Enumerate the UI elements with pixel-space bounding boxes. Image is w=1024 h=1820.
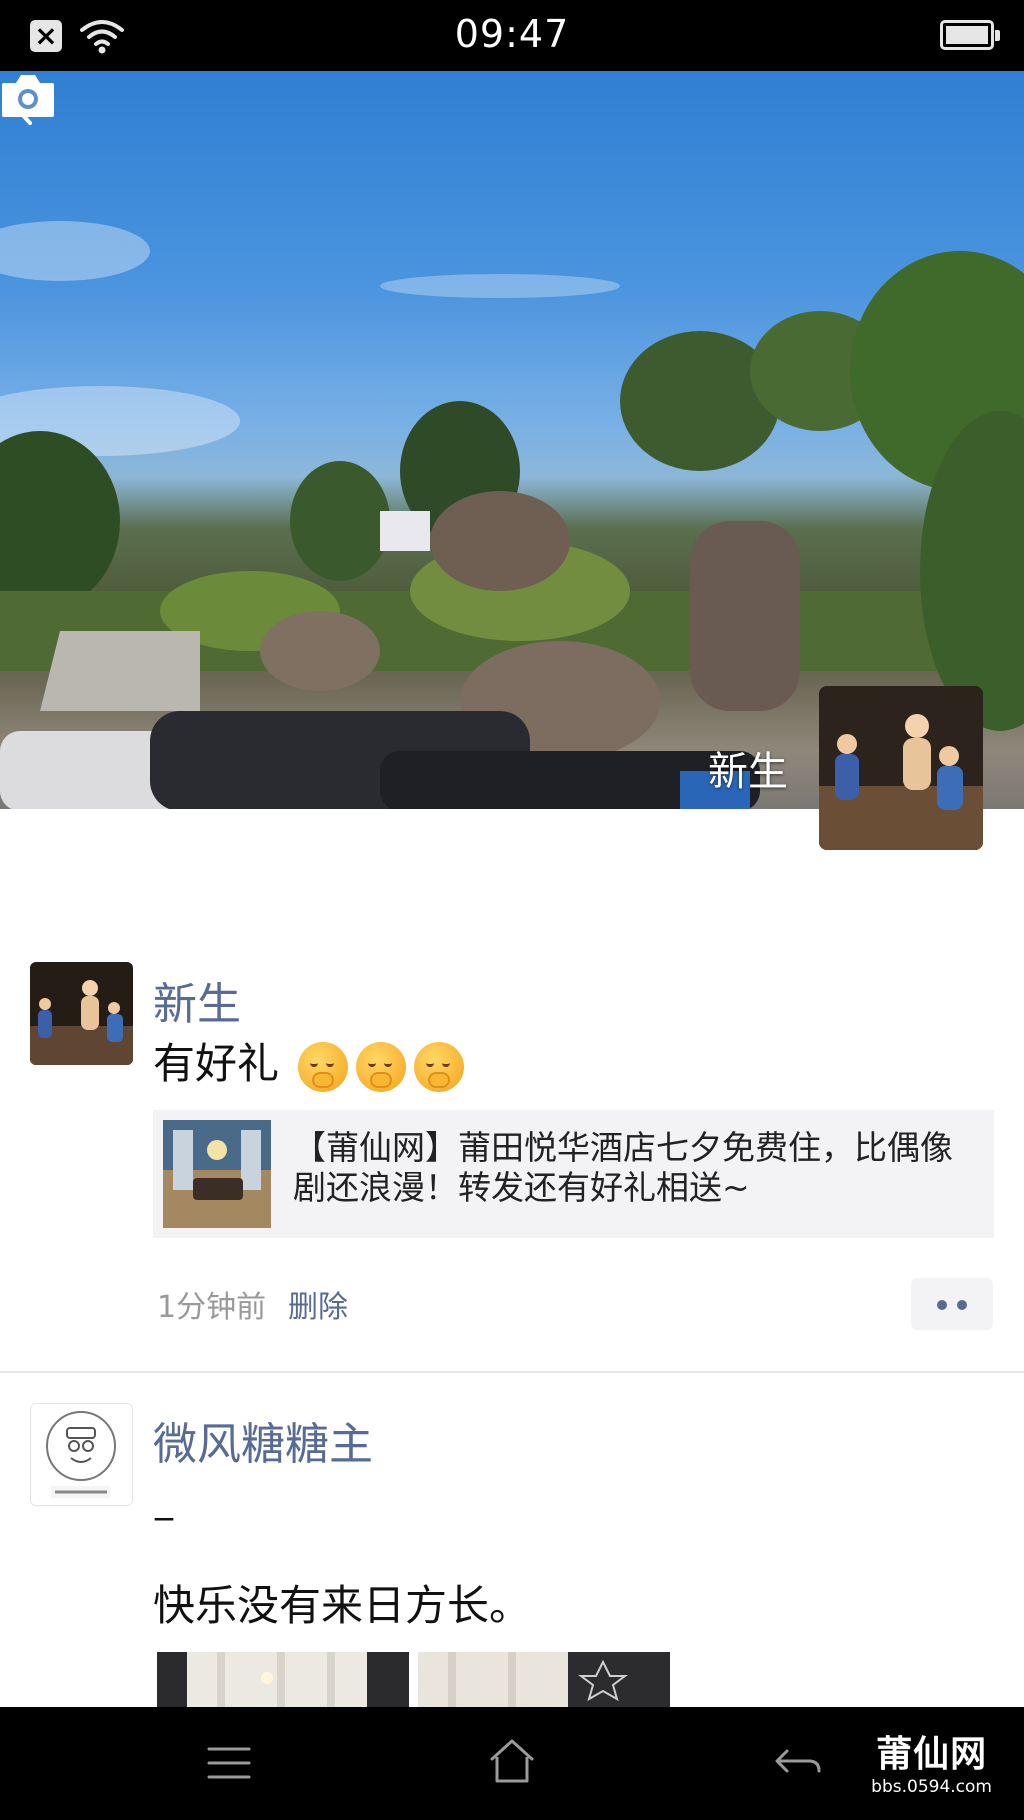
- profile-name[interactable]: 新生: [708, 739, 788, 797]
- post-photo[interactable]: [418, 1652, 670, 1712]
- shared-link-card[interactable]: 【莆仙网】莆田悦华酒店七夕免费住，比偶像剧还浪漫！转发还有好礼相送~: [153, 1110, 994, 1238]
- post-author[interactable]: 微风糖糖主: [153, 1408, 373, 1472]
- link-thumbnail: [163, 1120, 271, 1228]
- dot-icon: [957, 1300, 967, 1310]
- post-avatar[interactable]: [30, 1403, 133, 1506]
- post-time: 1分钟前: [157, 1290, 267, 1325]
- watermark-url: bbs.0594.com: [871, 1777, 992, 1797]
- hugging-face-emoji-icon: [414, 1041, 465, 1092]
- post-text: 快乐没有来日方长。: [153, 1581, 532, 1630]
- more-actions-button[interactable]: [911, 1278, 993, 1330]
- home-icon[interactable]: [488, 1737, 536, 1785]
- battery-icon: [940, 20, 1000, 50]
- back-nav-icon[interactable]: [773, 1743, 823, 1783]
- post-text: 有好礼: [153, 1030, 465, 1092]
- post-divider: [0, 1371, 1024, 1373]
- post-author[interactable]: 新生: [153, 968, 241, 1032]
- link-title: 【莆仙网】莆田悦华酒店七夕免费住，比偶像剧还浪漫！转发还有好礼相送~: [293, 1128, 953, 1207]
- status-bar: × 09:47: [0, 0, 1024, 71]
- post-photo[interactable]: [157, 1652, 409, 1712]
- status-time: 09:47: [454, 12, 570, 56]
- profile-avatar[interactable]: [819, 686, 983, 850]
- emoji-row: [298, 1041, 465, 1092]
- watermark-logo: 莆仙网: [876, 1734, 988, 1775]
- post-text-line: _: [155, 1480, 173, 1521]
- delete-link[interactable]: 删除: [288, 1282, 348, 1326]
- post-avatar[interactable]: [30, 962, 133, 1065]
- system-nav-bar: 莆仙网 bbs.0594.com: [0, 1707, 1024, 1820]
- site-watermark: 莆仙网 bbs.0594.com: [871, 1725, 992, 1797]
- hugging-face-emoji-icon: [298, 1041, 349, 1092]
- camera-icon[interactable]: [0, 71, 56, 119]
- menu-icon[interactable]: [206, 1743, 252, 1783]
- dot-icon: [937, 1300, 947, 1310]
- hugging-face-emoji-icon: [356, 1041, 407, 1092]
- post-text-content: 有好礼: [153, 1039, 280, 1088]
